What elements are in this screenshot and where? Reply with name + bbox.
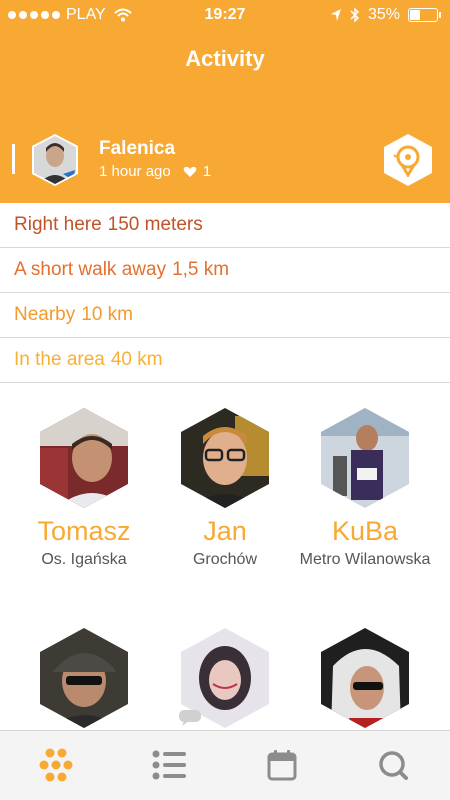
distance-row-in-area[interactable]: In the area 40 km — [0, 338, 450, 383]
person-photo[interactable] — [313, 626, 417, 730]
tab-search[interactable] — [373, 745, 413, 785]
checkin-time: 1 hour ago — [99, 163, 171, 180]
person-card[interactable]: Tomasz Os. Igańska — [9, 406, 159, 570]
person-card[interactable] — [150, 626, 300, 730]
person-card[interactable] — [290, 626, 440, 730]
status-bar: PLAY 19:27 35% — [0, 0, 450, 30]
bluetooth-icon — [350, 7, 360, 23]
page-title: Activity — [185, 46, 265, 71]
people-grid: Tomasz Os. Igańska Jan Grochów KuBa Metr… — [0, 384, 450, 730]
distance-label: A short walk away — [14, 259, 167, 280]
honeycomb-icon — [39, 748, 73, 782]
distance-value: 10 km — [81, 304, 133, 325]
person-location: Metro Wilanowska — [299, 551, 431, 568]
checkin-card[interactable]: Falenica 1 hour ago 1 — [0, 130, 450, 190]
person-location: Os. Igańska — [41, 551, 127, 568]
distance-value: 150 meters — [107, 214, 203, 235]
person-name: KuBa — [331, 516, 399, 546]
battery-percent: 35% — [367, 6, 400, 23]
distance-label: Nearby — [14, 304, 76, 325]
locate-pin-icon[interactable] — [382, 133, 434, 187]
heart-icon[interactable] — [183, 166, 197, 178]
person-photo[interactable] — [32, 626, 136, 730]
checkin-place: Falenica — [99, 138, 176, 159]
distance-label: In the area — [14, 349, 105, 370]
person-card[interactable]: KuBa Metro Wilanowska — [290, 406, 440, 570]
likes-count: 1 — [202, 163, 212, 180]
person-photo[interactable] — [173, 406, 277, 510]
battery-icon — [408, 8, 441, 22]
avatar[interactable] — [29, 134, 81, 186]
checkin-meta: 1 hour ago 1 — [99, 163, 211, 180]
person-name: Jan — [203, 516, 247, 546]
list-icon — [152, 750, 186, 780]
chat-bubble-icon[interactable] — [179, 710, 201, 726]
tab-calendar[interactable] — [262, 745, 302, 785]
checkin-indicator-bar — [12, 144, 15, 174]
battery-fill — [410, 10, 420, 20]
search-icon — [379, 751, 408, 780]
header: PLAY 19:27 35% Activity Falenica 1 hour … — [0, 0, 450, 203]
distance-row-right-here[interactable]: Right here 150 meters — [0, 203, 450, 248]
distance-label: Right here — [14, 214, 102, 235]
person-photo[interactable] — [313, 406, 417, 510]
status-right: 35% — [330, 6, 441, 24]
person-card[interactable]: Jan Grochów — [150, 406, 300, 570]
tab-honeycomb[interactable] — [36, 745, 76, 785]
distance-row-short-walk[interactable]: A short walk away 1,5 km — [0, 248, 450, 293]
location-arrow-icon — [330, 9, 341, 21]
person-photo[interactable] — [32, 406, 136, 510]
person-name: Tomasz — [37, 516, 131, 546]
tab-list[interactable] — [149, 745, 189, 785]
person-card[interactable] — [9, 626, 159, 730]
distance-value: 1,5 km — [172, 259, 230, 280]
person-location: Grochów — [192, 551, 258, 568]
distance-value: 40 km — [110, 349, 163, 370]
distance-list: Right here 150 meters A short walk away … — [0, 203, 450, 383]
calendar-icon — [267, 750, 297, 781]
tab-bar — [0, 730, 450, 800]
distance-row-nearby[interactable]: Nearby 10 km — [0, 293, 450, 338]
